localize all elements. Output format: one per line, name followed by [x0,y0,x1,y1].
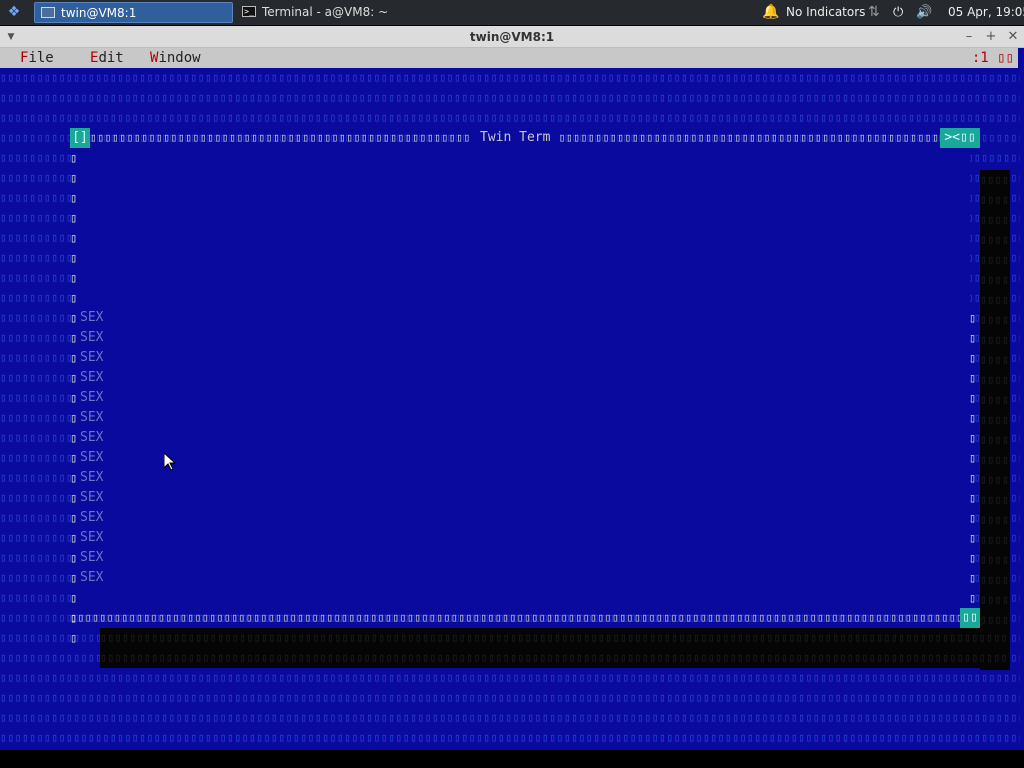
output-line: SEX [80,570,104,585]
output-line: SEX [80,330,104,345]
close-button[interactable]: ✕ [1004,26,1022,48]
background-glyph-row: ▯▯▯▯▯▯▯▯▯▯▯▯▯▯▯▯▯▯▯▯▯▯▯▯▯▯▯▯▯▯▯▯▯▯▯▯▯▯▯▯… [0,671,1020,684]
background-glyph-row: ▯▯▯▯▯▯▯▯▯▯▯▯▯▯▯▯▯▯▯▯▯▯▯▯▯▯▯▯▯▯▯▯▯▯▯▯▯▯▯▯… [0,111,1020,124]
minimize-button[interactable]: – [960,26,978,48]
window-controls-button[interactable]: ><▯▯ [940,128,980,148]
clock[interactable]: 05 Apr, 19:05 [948,0,1024,25]
inner-window-title: Twin Term [470,128,561,148]
applications-menu-icon[interactable]: ❖ [4,3,24,22]
menu-edit[interactable]: Edit [90,48,124,68]
output-line: SEX [80,310,104,325]
output-line: SEX [80,410,104,425]
window-title: twin@VM8:1 [469,30,555,44]
background-glyph-row: ▯▯▯▯▯▯▯▯▯▯▯▯▯▯▯▯▯▯▯▯▯▯▯▯▯▯▯▯▯▯▯▯▯▯▯▯▯▯▯▯… [0,71,1020,84]
window-shadow: ▯▯▯▯▯▯▯▯▯▯▯▯▯▯▯▯▯▯▯▯▯▯▯▯▯▯▯▯▯▯▯▯▯▯▯▯▯▯▯▯… [980,170,1010,670]
inner-window-titlebar[interactable]: ▯▯▯▯▯▯▯▯▯▯▯▯▯▯▯▯▯▯▯▯▯▯▯▯▯▯▯▯▯▯▯▯▯▯▯▯▯▯▯▯… [70,128,980,148]
inner-window-body [76,148,970,608]
resize-handle[interactable]: ▯▯ [960,608,980,628]
network-icon[interactable]: ⇅ [868,0,880,25]
terminal-output: SEX SEX SEX SEX SEX SEX SEX SEX SEX SEX … [80,308,103,588]
power-icon[interactable]: ⏻ [893,0,903,25]
menubar-status: :1 ▯▯ [971,50,1014,66]
taskbar-item-twin[interactable]: twin@VM8:1 [34,2,233,23]
output-line: SEX [80,430,104,445]
background-glyph-row: ▯▯▯▯▯▯▯▯▯▯▯▯▯▯▯▯▯▯▯▯▯▯▯▯▯▯▯▯▯▯▯▯▯▯▯▯▯▯▯▯… [0,731,1020,744]
close-box-button[interactable]: [] [70,128,90,148]
volume-icon[interactable]: 🔊 [916,0,932,25]
notification-bell-icon[interactable]: 🔔 [762,0,779,25]
background-glyph-row: ▯▯▯▯▯▯▯▯▯▯▯▯▯▯▯▯▯▯▯▯▯▯▯▯▯▯▯▯▯▯▯▯▯▯▯▯▯▯▯▯… [0,711,1020,724]
output-line: SEX [80,350,104,365]
inner-window-scrollbar[interactable]: ▯ ▯ ▯ ▯ ▯ ▯ ▯ ▯ ▯ ▯ ▯ ▯ ▯ ▯ ▯ [969,308,976,608]
output-line: SEX [80,530,104,545]
window-shadow: ▯▯▯▯▯▯▯▯▯▯▯▯▯▯▯▯▯▯▯▯▯▯▯▯▯▯▯▯▯▯▯▯▯▯▯▯▯▯▯▯… [100,628,1010,668]
output-line: SEX [80,470,104,485]
terminal-area[interactable]: File Edit Window :1 ▯▯ ▯▯▯▯▯▯▯▯▯▯▯▯▯▯▯▯▯… [0,48,1024,750]
inner-window-bottom-border: ▯▯▯▯▯▯▯▯▯▯▯▯▯▯▯▯▯▯▯▯▯▯▯▯▯▯▯▯▯▯▯▯▯▯▯▯▯▯▯▯… [70,611,960,624]
indicators-label[interactable]: No Indicators [786,0,865,25]
maximize-button[interactable]: + [982,26,1000,48]
top-panel: ❖ twin@VM8:1 >_ Terminal - a@VM8: ~ 🔔 No… [0,0,1024,25]
taskbar-item-terminal[interactable]: >_ Terminal - a@VM8: ~ [236,2,436,23]
taskbar-item-label: twin@VM8:1 [61,6,137,20]
window-icon [41,7,55,18]
menu-file[interactable]: File [20,48,54,68]
output-line: SEX [80,370,104,385]
output-line: SEX [80,450,104,465]
terminal-icon: >_ [242,6,256,17]
output-line: SEX [80,390,104,405]
window-titlebar[interactable]: ▼ twin@VM8:1 – + ✕ [0,26,1024,48]
background-glyph-row: ▯▯▯▯▯▯▯▯▯▯▯▯▯▯▯▯▯▯▯▯▯▯▯▯▯▯▯▯▯▯▯▯▯▯▯▯▯▯▯▯… [0,91,1020,104]
output-line: SEX [80,510,104,525]
inner-window-left-border: ▯ ▯ ▯ ▯ ▯ ▯ ▯ ▯ ▯ ▯ ▯ ▯ ▯ ▯ ▯ ▯ ▯ ▯ ▯ ▯ ▯ ▯ ▯ ▯ ▯ [70,151,78,645]
taskbar-item-label: Terminal - a@VM8: ~ [262,5,389,19]
twin-menubar: File Edit Window :1 ▯▯ [0,48,1018,68]
output-line: SEX [80,490,104,505]
menu-window[interactable]: Window [150,48,201,68]
output-line: SEX [80,550,104,565]
background-glyph-row: ▯▯▯▯▯▯▯▯▯▯▯▯▯▯▯▯▯▯▯▯▯▯▯▯▯▯▯▯▯▯▯▯▯▯▯▯▯▯▯▯… [0,691,1020,704]
